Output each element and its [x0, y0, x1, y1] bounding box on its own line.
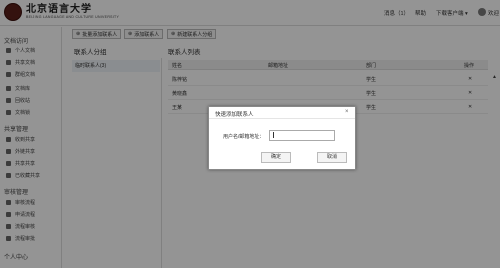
text-caret — [273, 131, 274, 138]
dialog-header: 快速添加联系人 × — [209, 107, 355, 119]
username-email-input[interactable] — [269, 130, 335, 141]
dialog-title: 快速添加联系人 — [215, 112, 254, 118]
close-icon[interactable]: × — [345, 109, 349, 115]
username-email-label: 用户名/邮箱地址： — [223, 134, 265, 140]
confirm-button[interactable]: 确定 — [261, 152, 291, 163]
quick-add-contact-dialog: 快速添加联系人 × 用户名/邮箱地址： 确定 取消 — [208, 106, 356, 170]
cancel-button[interactable]: 取消 — [317, 152, 347, 163]
